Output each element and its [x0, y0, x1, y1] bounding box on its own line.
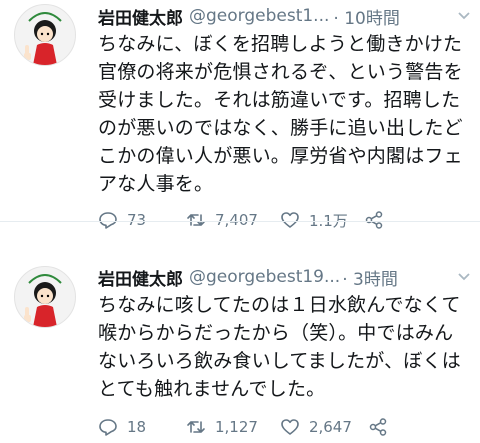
author-name[interactable]: 岩田健太郎 [98, 4, 183, 29]
chevron-down-icon[interactable] [456, 269, 472, 285]
author-handle[interactable]: @georgebest1... [189, 6, 329, 26]
tweet-text: ちなみに咳してたのは１日水飲んでなくて喉からからだったから（笑）。中ではみんない… [98, 294, 461, 400]
author-handle[interactable]: @georgebest19... [189, 267, 340, 287]
reply-icon [99, 419, 117, 436]
share-button[interactable] [368, 417, 388, 437]
cartoon-girl-avatar-icon [24, 12, 62, 65]
tweet-header: 岩田健太郎 @georgebest19... · 3時間 [98, 265, 472, 290]
like-button[interactable]: 2,647 [280, 417, 352, 437]
avatar[interactable] [14, 266, 76, 328]
cartoon-girl-avatar-icon [24, 274, 62, 327]
share-icon [369, 418, 387, 436]
reply-button[interactable]: 18 [98, 417, 156, 437]
tweet-time[interactable]: · 10時間 [333, 4, 399, 29]
chevron-down-icon[interactable] [456, 8, 472, 24]
author-name[interactable]: 岩田健太郎 [98, 265, 183, 290]
retweet-count: 1,127 [215, 418, 258, 436]
tweet-header: 岩田健太郎 @georgebest1... · 10時間 [98, 4, 472, 29]
tweet-time[interactable]: · 3時間 [342, 265, 398, 290]
retweet-icon [187, 421, 205, 433]
heart-icon [281, 419, 299, 435]
avatar[interactable] [14, 4, 76, 66]
tweet-actions: 18 1,127 2,647 [98, 415, 472, 439]
reply-count: 18 [127, 418, 147, 436]
tweet-1[interactable]: 岩田健太郎 @georgebest1... · 10時間 ちなみに、ぼくを招聘し… [0, 0, 480, 230]
tweet-2[interactable]: 岩田健太郎 @georgebest19... · 3時間 ちなみに咳してたのは１… [0, 221, 480, 443]
tweet-text: ちなみに、ぼくを招聘しようと働きかけた官僚の将来が危惧されるぞ、という警告を受け… [98, 33, 463, 195]
retweet-button[interactable]: 1,127 [186, 417, 258, 437]
like-count: 2,647 [308, 418, 352, 436]
